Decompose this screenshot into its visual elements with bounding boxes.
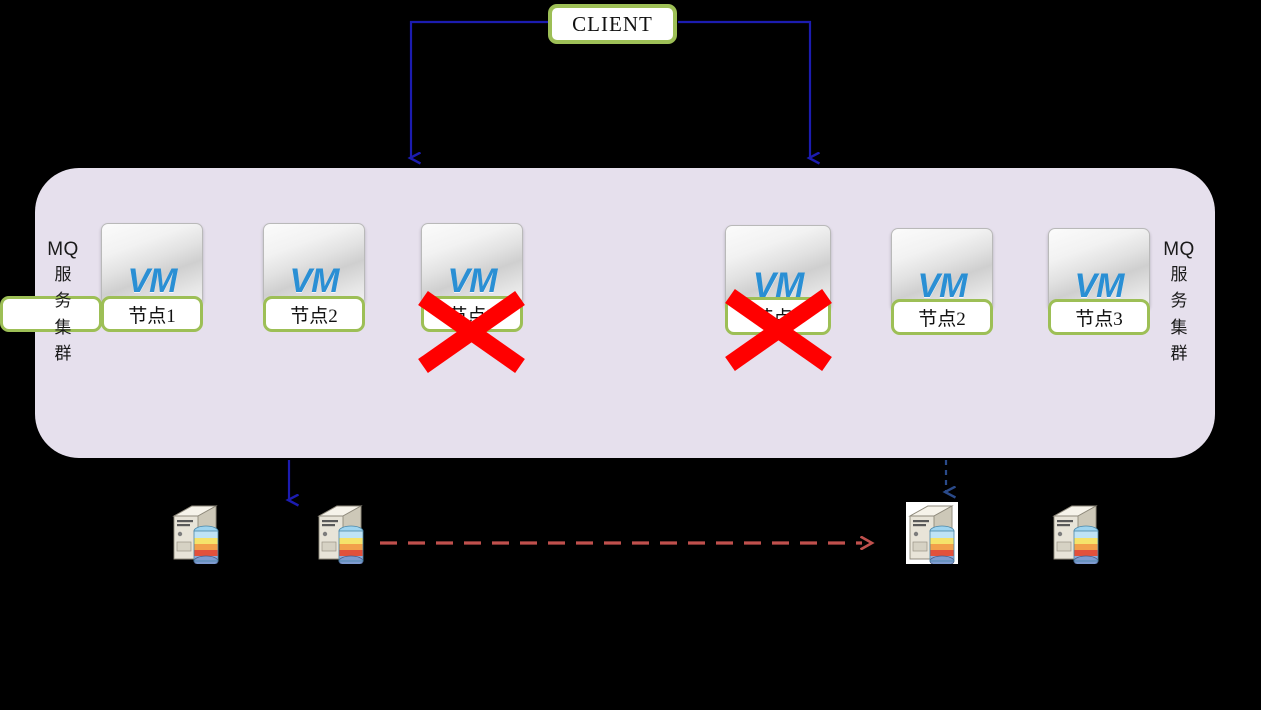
- storage-server-icon-2[interactable]: [315, 502, 367, 564]
- vm-icon-text: VM: [289, 262, 340, 300]
- mq-right-char-1: 务: [1170, 291, 1188, 311]
- vm-node-left-1-label: 节点1: [128, 305, 176, 327]
- connector-layer: [0, 20, 1261, 710]
- mq-right-char-3: 群: [1170, 343, 1188, 363]
- vm-node-left-3-caption: 节点3: [421, 296, 523, 332]
- vm-icon: VM: [421, 223, 523, 305]
- storage-server-icon-1[interactable]: [170, 502, 222, 564]
- mq-label-left-vertical: 服 务 集 群: [55, 262, 72, 367]
- arrow-client-to-right-cluster: [678, 20, 810, 158]
- vm-node-right-2-label: 节点2: [918, 308, 966, 330]
- mq-label-right-top: MQ: [1163, 239, 1195, 260]
- mq-left-char-0: 服: [54, 264, 72, 284]
- mq-right-char-2: 集: [1170, 317, 1188, 337]
- client-box[interactable]: CLIENT: [548, 4, 677, 44]
- vm-node-left-2-caption: 节点2: [263, 296, 365, 332]
- vm-icon: VM: [263, 223, 365, 305]
- mq-left-char-1: 务: [54, 291, 72, 311]
- vm-node-left-2-label: 节点2: [290, 305, 338, 327]
- arrow-client-to-left-cluster: [411, 20, 548, 158]
- vm-icon-text: VM: [917, 267, 968, 305]
- vm-icon-text: VM: [127, 262, 178, 300]
- mq-left-char-2: 集: [54, 317, 72, 337]
- storage-server-icon-3[interactable]: [906, 502, 958, 564]
- vm-icon-text: VM: [447, 262, 498, 300]
- mq-left-char-3: 群: [54, 343, 72, 363]
- mq-label-right: MQ 服 务 集 群: [1157, 240, 1201, 367]
- vm-node-right-1-label: 节点1: [754, 307, 802, 329]
- vm-node-left-3-label: 节点3: [448, 305, 496, 327]
- vm-icon: VM: [101, 223, 203, 305]
- vm-node-right-2-caption: 节点2: [891, 299, 993, 335]
- mq-label-left-top: MQ: [47, 239, 79, 260]
- diagram-canvas: CLIENT MQ 服 务 集 群 MQ 服 务 集 群 VM 节点1 VM 节…: [0, 0, 1261, 710]
- vm-icon-text: VM: [1074, 267, 1125, 305]
- mq-label-left: MQ 服 务 集 群: [41, 240, 85, 367]
- vm-node-right-3-caption: 节点3: [1048, 299, 1150, 335]
- vm-node-left-1-caption: 节点1: [101, 296, 203, 332]
- vm-node-right-3-label: 节点3: [1075, 308, 1123, 330]
- vm-icon: VM: [1048, 228, 1150, 310]
- mq-label-right-vertical: 服 务 集 群: [1171, 262, 1188, 367]
- mq-right-char-0: 服: [1170, 264, 1188, 284]
- client-label: CLIENT: [572, 11, 653, 36]
- storage-server-icon-4[interactable]: [1050, 502, 1102, 564]
- vm-node-right-1-caption: 节点1: [725, 297, 831, 335]
- vm-icon: VM: [891, 228, 993, 310]
